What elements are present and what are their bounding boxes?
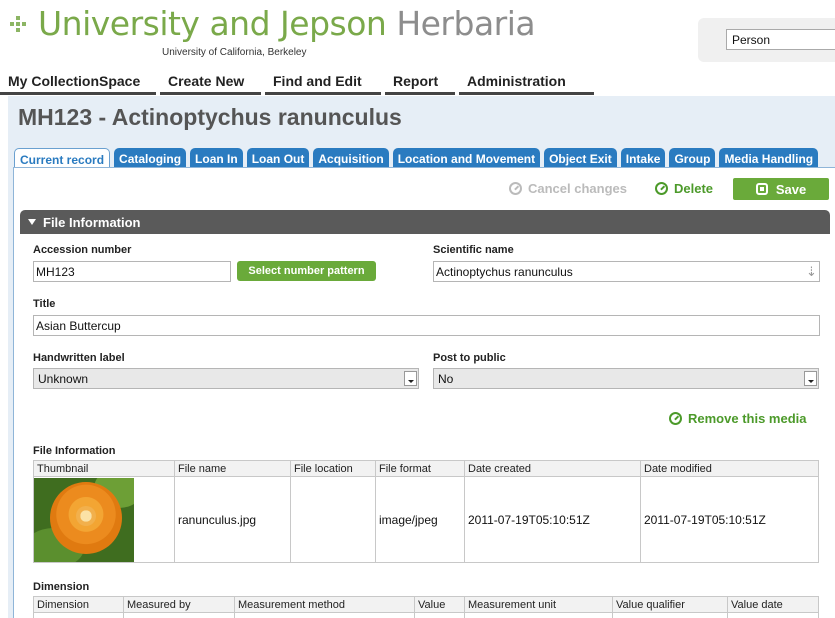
tab-acquisition[interactable]: Acquisition [313,148,389,168]
column-header: Thumbnail [33,460,175,477]
cancel-icon [509,182,522,195]
nav-create-new[interactable]: Create New [160,72,261,95]
column-header: File location [290,460,376,477]
post-to-public-value: No [438,372,454,386]
delete-icon [655,182,668,195]
record-area: MH123 - Actinoptychus ranunculus Current… [8,96,835,618]
column-header: Date modified [640,460,819,477]
save-button[interactable]: Save [733,178,829,200]
date-modified-cell: 2011-07-19T05:10:51Z [640,476,819,563]
record-tabs: Current record Cataloging Loan In Loan O… [14,148,822,169]
dimension-table: Dimension Measured by Measurement method… [33,596,819,618]
nav-my-collectionspace[interactable]: My CollectionSpace [0,72,156,95]
logo-title: University and Jepson Herbaria [38,4,536,44]
collapse-triangle-icon [28,219,36,225]
remove-media-label: Remove this media [688,411,807,426]
accession-number-label: Accession number [33,244,132,256]
scientific-name-label: Scientific name [433,244,514,256]
dropdown-arrow-icon [404,371,417,386]
column-header: Dimension [33,596,124,613]
select-number-pattern-button[interactable]: Select number pattern [237,261,376,281]
nav-report[interactable]: Report [385,72,455,95]
record-title: MH123 - Actinoptychus ranunculus [18,104,402,130]
page-header: University and Jepson Herbaria Universit… [0,0,835,70]
remove-media-button[interactable]: Remove this media [669,411,807,426]
scientific-name-value: Actinoptychus ranunculus [436,265,573,279]
column-header: Measurement method [234,596,415,613]
file-name-cell: ranunculus.jpg [174,476,291,563]
table-row [33,612,819,618]
search-type-select[interactable]: Person [726,29,835,50]
thumbnail-cell [33,476,175,563]
scientific-name-input[interactable]: Actinoptychus ranunculus ⇣ [433,261,820,282]
handwritten-label-select[interactable]: Unknown [33,368,419,389]
nav-find-and-edit[interactable]: Find and Edit [265,72,381,95]
tab-media-handling[interactable]: Media Handling [719,148,819,168]
file-format-cell: image/jpeg [375,476,465,563]
column-header: Measurement unit [464,596,613,613]
date-created-cell: 2011-07-19T05:10:51Z [464,476,641,563]
title-label: Title [33,298,56,310]
save-label: Save [775,181,807,197]
table-row: ranunculus.jpg image/jpeg 2011-07-19T05:… [33,476,819,563]
column-header: Date created [464,460,641,477]
remove-icon [669,412,682,425]
tab-location-and-movement[interactable]: Location and Movement [392,148,541,168]
file-information-heading: File Information [33,445,116,457]
tab-loan-out[interactable]: Loan Out [246,148,310,168]
site-logo[interactable]: University and Jepson Herbaria [8,4,536,44]
column-header: File name [174,460,291,477]
handwritten-label-label: Handwritten label [33,352,125,364]
record-panel: Cancel changes Delete Save File Informat… [13,167,835,618]
logo-subtitle: University of California, Berkeley [162,47,307,58]
title-input[interactable]: Asian Buttercup [33,315,820,336]
column-header: Value [414,596,465,613]
save-icon [755,183,768,195]
file-information-table: Thumbnail File name File location File f… [33,460,819,563]
column-header: File format [375,460,465,477]
tab-cataloging[interactable]: Cataloging [114,148,187,168]
column-header: Value date [727,596,819,613]
nav-administration[interactable]: Administration [459,72,594,95]
tab-intake[interactable]: Intake [620,148,666,168]
logo-title-primary: University and Jepson [38,4,387,43]
post-to-public-select[interactable]: No [433,368,819,389]
delete-label: Delete [674,181,714,196]
table-header-row: Thumbnail File name File location File f… [33,460,819,477]
accession-number-input[interactable]: MH123 [33,261,231,282]
file-information-section-header[interactable]: File Information [20,210,830,234]
tab-current-record[interactable]: Current record [14,148,111,169]
delete-button[interactable]: Delete [655,181,713,196]
autocomplete-arrow-icon: ⇣ [806,264,817,279]
cancel-changes-label: Cancel changes [528,181,627,196]
main-nav: My CollectionSpace Create New Find and E… [0,72,835,96]
cancel-changes-button[interactable]: Cancel changes [509,181,627,196]
post-to-public-label: Post to public [433,352,506,364]
thumbnail-image[interactable] [34,477,134,562]
handwritten-label-value: Unknown [38,372,89,386]
tab-loan-in[interactable]: Loan In [190,148,243,168]
logo-title-secondary: Herbaria [396,4,536,43]
column-header: Measured by [123,596,235,613]
dimension-heading: Dimension [33,581,90,593]
tab-object-exit[interactable]: Object Exit [544,148,617,168]
dropdown-arrow-icon [804,371,817,386]
logo-dots-icon [8,9,30,39]
table-header-row: Dimension Measured by Measurement method… [33,596,819,613]
section-title: File Information [43,214,141,230]
tab-group[interactable]: Group [669,148,716,168]
column-header: Value qualifier [612,596,728,613]
file-location-cell [290,476,376,563]
